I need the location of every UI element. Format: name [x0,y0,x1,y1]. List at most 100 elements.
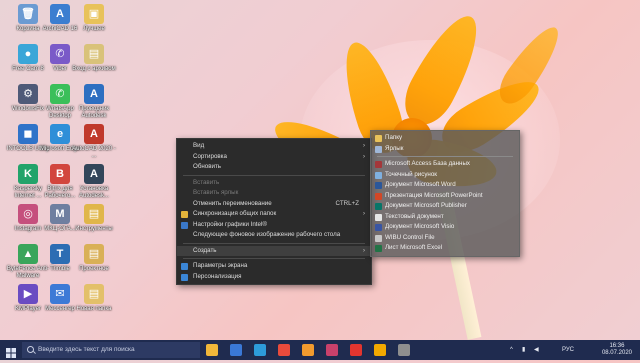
app-icon: A [50,4,70,24]
context-menu-item[interactable]: Настройки графики Intel® [177,220,371,231]
desktop-icon[interactable]: ▤ Вход с архивом [72,44,116,73]
create-submenu-item[interactable]: Документ Microsoft Visio [371,222,519,233]
volume-icon[interactable]: ◀ [534,340,539,360]
submenu-item-label: Текстовый документ [385,212,444,220]
menu-item-label: Вид [193,142,205,149]
create-submenu-item[interactable]: Папку [371,133,519,144]
menu-item-label: Параметры экрана [193,262,248,269]
submenu-item-label: WIBU Control File [385,233,435,241]
taskbar-app-icon[interactable] [254,344,266,356]
context-menu-item[interactable]: Вид › [177,141,371,152]
create-submenu-item[interactable]: Ярлык [371,144,519,155]
desktop-icon-label: Установка Autodesk... [78,186,110,199]
submenu-item-label: Презентация Microsoft PowerPoint [385,191,483,199]
taskbar: Введите здесь текст для поиска ^ ▮ ◀ РУС… [0,340,640,360]
taskbar-app-icon[interactable] [398,344,410,356]
desktop-icon[interactable]: ▤ Проектное [72,244,116,273]
app-icon: M [50,204,70,224]
desktop-icon-label: Новая папка [76,306,112,312]
tray-up-arrow-icon[interactable]: ^ [510,340,513,360]
app-icon: ▶ [18,284,38,304]
create-submenu-item[interactable]: Презентация Microsoft PowerPoint [371,191,519,202]
create-submenu-item[interactable]: Текстовый документ [371,212,519,223]
create-submenu-item[interactable]: Точечный рисунок [371,170,519,181]
app-icon: ▤ [84,44,104,64]
taskbar-app-icon[interactable] [302,344,314,356]
menu-item-label: Вставить ярлык [193,189,239,196]
desktop-icon[interactable]: ▣ Лучшее [72,4,116,33]
desktop-icon-label: AutoCAD 2020 - ... [72,146,116,159]
app-icon: A [84,124,104,144]
app-icon: A [84,84,104,104]
app-icon: B [50,164,70,184]
context-menu-item[interactable]: Персонализация [177,272,371,283]
chevron-right-icon: › [363,247,365,254]
app-icon: ✆ [50,44,70,64]
create-submenu-item[interactable]: Документ Microsoft Publisher [371,201,519,212]
app-icon: A [84,164,104,184]
taskbar-app-icon[interactable] [326,344,338,356]
create-submenu-item[interactable]: WIBU Control File [371,233,519,244]
windows-logo-icon [6,348,16,358]
desktop-icon-label: Проектное [79,266,109,272]
file-type-icon [375,192,382,200]
app-icon: ▲ [18,244,38,264]
submenu-item-label: Документ Microsoft Publisher [385,202,467,209]
menu-item-label: Персонализация [193,272,242,280]
desktop-icon[interactable]: A AutoCAD 2020 - ... [72,124,116,160]
taskbar-app-icon[interactable] [350,344,362,356]
taskbar-search-box[interactable]: Введите здесь текст для поиска [22,342,200,358]
desktop-icon[interactable]: A Проводник Autodesk [72,84,116,120]
app-icon: ✉ [50,284,70,304]
language-indicator[interactable]: РУС [562,340,574,360]
taskbar-clock[interactable]: 16:36 08.07.2020 [602,343,632,357]
context-menu-item[interactable]: Следующее фоновое изображение рабочего с… [177,230,371,241]
context-menu-item[interactable]: Синхронизация общих папок › [177,209,371,220]
create-submenu-item[interactable]: Лист Microsoft Excel [371,243,519,254]
app-icon: ✆ [50,84,70,104]
chevron-right-icon: › [363,143,365,149]
menu-item-label: Отменить переименование [193,199,272,207]
menu-item-icon [181,211,188,218]
search-icon [27,346,34,353]
create-submenu-item[interactable]: Microsoft Access База данных [371,159,519,170]
file-type-icon [375,245,382,252]
submenu-item-label: Документ Microsoft Visio [385,223,455,230]
submenu-item-label: Microsoft Access База данных [385,160,470,167]
menu-item-icon [181,263,188,270]
desktop-icon[interactable]: ▤ Новая папка [72,284,116,313]
app-icon: ◼ [18,124,38,144]
app-icon: e [50,124,70,144]
menu-item-label: Следующее фоновое изображение рабочего с… [193,231,341,238]
taskbar-app-icon[interactable] [206,344,218,356]
context-menu-item[interactable]: Отменить переименование CTRL+Z [177,199,371,210]
desktop-icon-label: Проводник Autodesk [78,106,110,119]
desktop-icon[interactable]: ▤ Инструменты [72,204,116,233]
menu-separator [377,156,513,157]
menu-item-shortcut: CTRL+Z [335,199,359,207]
chevron-right-icon: › [363,211,365,217]
context-menu-item[interactable]: Обновить [177,162,371,173]
create-submenu-item[interactable]: Документ Microsoft Word [371,180,519,191]
file-type-icon [375,203,382,210]
context-menu-item[interactable]: Параметры экрана [177,261,371,272]
menu-item-label: Сортировка [193,152,227,160]
menu-separator [183,174,365,176]
context-menu-item[interactable]: Сортировка › [177,152,371,163]
menu-item-label: Создать [193,246,217,254]
start-button[interactable] [6,345,16,358]
desktop-icon[interactable]: A Установка Autodesk... [72,164,116,200]
app-icon: T [50,244,70,264]
desktop-context-menu: Вид › Сортировка › Обновить Вставить Вставить … [176,138,372,285]
taskbar-app-icon[interactable] [230,344,242,356]
menu-item-label: Синхронизация общих папок [193,210,277,217]
taskbar-app-icon[interactable] [374,344,386,356]
menu-item-icon [181,273,188,281]
file-type-icon [375,161,382,168]
app-icon: ⚙ [18,84,38,104]
app-icon: K [18,164,38,184]
taskbar-app-icon[interactable] [278,344,290,356]
file-type-icon [375,145,382,153]
network-icon[interactable]: ▮ [522,340,525,360]
context-menu-item[interactable]: Создать › [177,245,371,256]
